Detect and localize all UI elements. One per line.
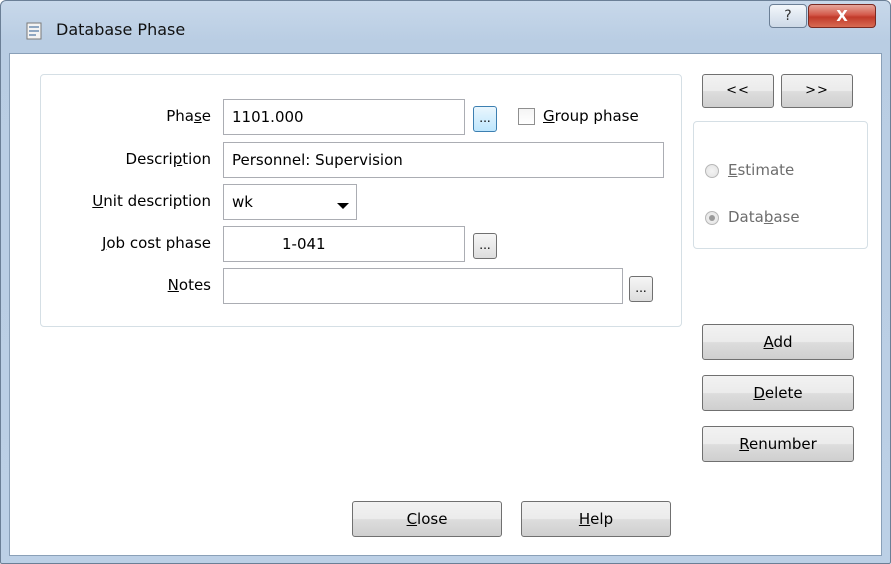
group-phase-label[interactable]: Group phase: [543, 107, 639, 125]
next-record-button[interactable]: >>: [781, 74, 853, 108]
unit-description-select[interactable]: wk: [223, 184, 357, 220]
title-bar[interactable]: Database Phase ? X: [1, 1, 890, 53]
notes-input[interactable]: [223, 268, 623, 304]
unit-description-label: Unit description: [92, 192, 211, 210]
database-radio-label[interactable]: Database: [728, 208, 800, 226]
window-icon: [26, 22, 42, 40]
job-cost-phase-label: Job cost phase: [101, 234, 211, 252]
estimate-radio-label[interactable]: Estimate: [728, 161, 794, 179]
database-radio[interactable]: [705, 211, 719, 225]
renumber-button[interactable]: Renumber: [702, 426, 854, 462]
job-cost-phase-browse-button[interactable]: ...: [473, 233, 497, 259]
estimate-radio[interactable]: [705, 164, 719, 178]
previous-record-button[interactable]: <<: [702, 74, 774, 108]
phase-browse-button[interactable]: ...: [473, 106, 497, 132]
add-button[interactable]: Add: [702, 324, 854, 360]
phase-input[interactable]: 1101.000: [223, 99, 465, 135]
window-title: Database Phase: [56, 20, 186, 39]
notes-browse-button[interactable]: ...: [629, 276, 653, 302]
dialog-window: Database Phase ? X Phase 1101.000 ... Gr…: [0, 0, 891, 564]
dialog-client-area: Phase 1101.000 ... Group phase Descripti…: [9, 53, 882, 556]
help-button[interactable]: Help: [521, 501, 671, 537]
mode-group: Estimate Database: [693, 121, 868, 249]
title-help-button[interactable]: ?: [769, 4, 807, 28]
chevron-down-icon[interactable]: [337, 203, 349, 209]
delete-button[interactable]: Delete: [702, 375, 854, 411]
group-phase-checkbox[interactable]: [518, 108, 535, 125]
close-button[interactable]: Close: [352, 501, 502, 537]
notes-label: Notes: [167, 276, 211, 294]
phase-details-group: Phase 1101.000 ... Group phase Descripti…: [40, 74, 682, 327]
description-label: Description: [125, 150, 211, 168]
description-input[interactable]: Personnel: Supervision: [223, 142, 664, 178]
title-close-button[interactable]: X: [808, 4, 876, 28]
phase-label: Phase: [166, 107, 211, 125]
job-cost-phase-input[interactable]: 1-041: [223, 226, 465, 262]
unit-description-value: wk: [232, 193, 253, 211]
